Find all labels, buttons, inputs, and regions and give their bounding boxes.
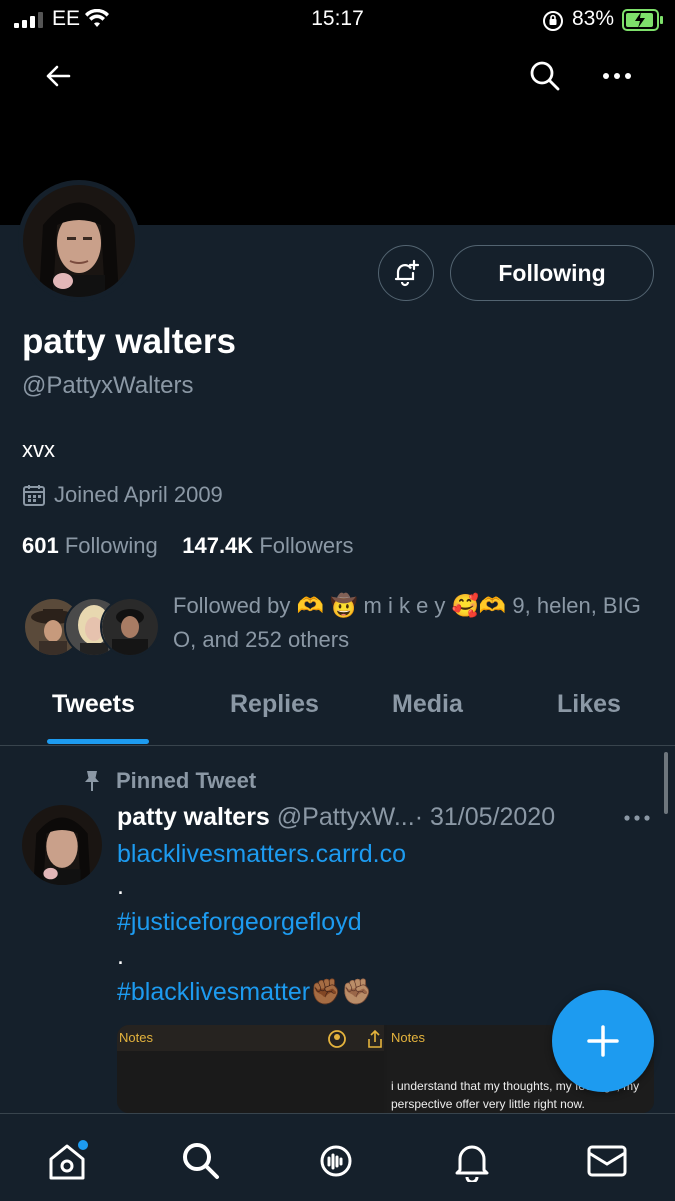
spaces-icon [320,1145,352,1177]
share-icon [368,1029,382,1048]
bell-plus-icon [394,259,420,287]
tab-media[interactable]: Media [392,690,463,719]
nav-spaces[interactable] [311,1136,361,1186]
profile-avatar[interactable] [18,180,140,302]
back-arrow-icon [46,65,71,87]
hashtag-blacklivesmatter[interactable]: #blacklivesmatter✊🏾✊🏽 [117,978,372,1007]
media-image-left: Notes [117,1025,384,1113]
followers-count: 147.4K [182,533,254,558]
notify-button[interactable] [378,245,434,301]
tweet-link[interactable]: blacklivesmatters.carrd.co [117,840,406,869]
more-icon [624,815,650,821]
more-button[interactable] [592,51,642,101]
user-circle-icon [328,1030,346,1048]
nav-home[interactable] [42,1136,92,1186]
tweet-separator: . [117,942,124,970]
search-icon [530,61,560,91]
nav-search[interactable] [176,1136,226,1186]
tabs-divider [0,745,675,746]
tweet-header: patty walters @PattyxW...· 31/05/2020 [117,803,555,832]
bottom-nav [0,1113,675,1201]
tweet-date: · 31/05/2020 [414,803,556,831]
follow-stats: 601 Following 147.4K Followers [22,533,353,559]
tab-tweets[interactable]: Tweets [52,690,135,719]
follower-avatar [100,597,160,657]
followed-by-text[interactable]: Followed by 🫶 🤠 m i k e y 🥰🫶 9, helen, B… [173,589,653,657]
following-button[interactable]: Following [450,245,654,301]
followers-stat[interactable]: 147.4K Followers [182,533,353,558]
joined-date: Joined April 2009 [22,482,223,508]
orientation-lock-icon [543,11,563,31]
pin-icon [85,771,99,791]
bell-icon [455,1145,489,1182]
plus-icon [587,1025,619,1057]
profile-bio: xvx [22,437,55,462]
battery-percent: 83% [572,7,615,30]
tweet-separator: . [117,872,124,900]
notes-title: Notes [391,1030,425,1045]
calendar-icon [23,485,45,506]
tweet-handle: @PattyxW... [276,803,415,831]
following-stat[interactable]: 601 Following [22,533,158,558]
tweet-avatar[interactable] [22,805,102,885]
avatar-image [23,185,135,297]
joined-label: Joined April 2009 [54,482,223,507]
tab-replies[interactable]: Replies [230,690,319,719]
profile-name: patty walters [22,322,236,361]
active-tab-indicator [47,739,149,744]
nav-notifications[interactable] [447,1136,497,1186]
notes-title: Notes [119,1030,153,1045]
tab-likes[interactable]: Likes [557,690,621,719]
status-bar: EE 15:17 83% [0,0,675,40]
more-icon [603,73,631,79]
pinned-label: Pinned Tweet [82,768,256,794]
tweet-author[interactable]: patty walters [117,803,270,831]
search-button[interactable] [520,51,570,101]
compose-tweet-button[interactable] [552,990,654,1092]
following-count: 601 [22,533,59,558]
nav-messages[interactable] [582,1136,632,1186]
hashtag-justiceforgeorgefloyd[interactable]: #justiceforgeorgefloyd [117,908,362,937]
tweet-more-button[interactable] [612,793,662,843]
home-icon [49,1140,88,1180]
followers-label: Followers [259,533,354,558]
following-label: Following [64,533,158,558]
search-icon [183,1143,219,1179]
scrollbar[interactable] [664,752,668,814]
profile-handle: @PattyxWalters [22,372,194,399]
mail-icon [587,1145,627,1177]
back-button[interactable] [33,51,83,101]
pinned-text: Pinned Tweet [116,768,257,793]
battery-charging-icon [622,9,663,31]
